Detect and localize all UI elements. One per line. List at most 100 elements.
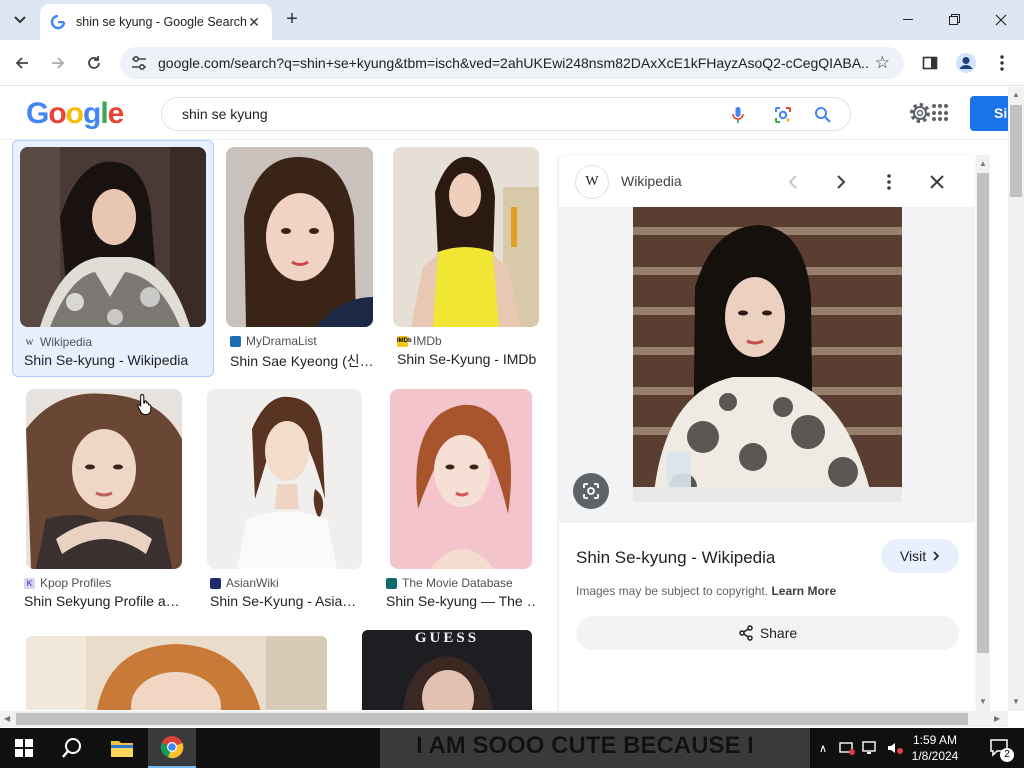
result-thumbnail[interactable] [390, 389, 532, 569]
image-result-card[interactable]: AsianWiki Shin Se-Kyung - Asia… [206, 389, 364, 615]
file-explorer-button[interactable] [98, 728, 146, 768]
chevron-left-icon [788, 175, 797, 189]
image-result-card[interactable]: W Wikipedia Shin Se-kyung - Wikipedia [12, 140, 214, 377]
search-icon [62, 738, 81, 758]
image-preview-panel: W Wikipedia Shin Se-kyung - Wikipedia Vi… [558, 155, 975, 711]
result-caption[interactable]: Shin Sekyung Profile a… [24, 593, 184, 609]
wikipedia-favicon-icon: W [25, 337, 34, 347]
minimize-button[interactable] [886, 0, 932, 40]
result-thumbnail[interactable]: GUESS [362, 630, 532, 710]
result-caption[interactable]: Shin Sae Kyeong (신… [230, 351, 372, 371]
search-input[interactable] [182, 106, 702, 122]
result-caption[interactable]: Shin Se-kyung — The … [386, 593, 536, 609]
result-source: AsianWiki [210, 576, 279, 590]
search-icon[interactable] [813, 105, 833, 125]
share-button[interactable]: Share [576, 616, 959, 650]
tab-search-button[interactable] [8, 8, 32, 32]
image-result-card[interactable]: IMDb IMDb Shin Se-Kyung - IMDb [393, 147, 540, 373]
page-horizontal-scrollbar[interactable]: ◀ ▶ [0, 711, 1008, 727]
close-window-button[interactable] [978, 0, 1024, 40]
show-hidden-icons-icon[interactable]: ∧ [814, 742, 832, 755]
wikipedia-logo-icon[interactable]: W [575, 165, 609, 199]
scroll-down-icon[interactable]: ▼ [1012, 697, 1020, 706]
side-panel-button[interactable] [918, 51, 942, 75]
address-bar[interactable]: google.com/search?q=shin+se+kyung&tbm=is… [120, 47, 904, 79]
lens-icon [583, 483, 599, 499]
previous-image-button[interactable] [780, 169, 806, 195]
lens-search-button[interactable] [573, 473, 609, 509]
scroll-up-icon[interactable]: ▲ [979, 159, 987, 168]
action-center-button[interactable]: 2 [976, 728, 1024, 768]
result-thumbnail[interactable] [20, 147, 206, 327]
result-thumbnail[interactable] [207, 389, 362, 569]
browser-tab[interactable]: shin se kyung - Google Search ✕ [40, 4, 272, 40]
taskbar-search-button[interactable] [48, 728, 96, 768]
scroll-up-icon[interactable]: ▲ [1012, 90, 1020, 99]
image-result-card[interactable]: MyDramaList Shin Sae Kyeong (신… [226, 147, 374, 373]
scroll-left-icon[interactable]: ◀ [4, 714, 10, 723]
wifi-status-icon[interactable] [862, 740, 880, 756]
microphone-icon[interactable] [728, 105, 748, 125]
clock-time: 1:59 AM [912, 733, 958, 747]
vertical-scrollbar-thumb[interactable] [1010, 105, 1022, 197]
network-icon[interactable] [838, 740, 856, 756]
close-icon [995, 14, 1007, 26]
settings-gear-icon[interactable] [908, 101, 932, 125]
close-preview-button[interactable] [924, 169, 950, 195]
chevron-right-icon [837, 175, 846, 189]
result-image [393, 147, 539, 327]
reload-button[interactable] [80, 49, 108, 77]
result-image [20, 147, 206, 327]
learn-more-link[interactable]: Learn More [771, 584, 836, 598]
result-thumbnail[interactable] [226, 147, 373, 327]
scroll-right-icon[interactable]: ▶ [994, 714, 1000, 723]
page-vertical-scrollbar[interactable]: ▲ ▼ [1008, 87, 1024, 711]
forward-button[interactable] [44, 49, 72, 77]
lens-camera-icon[interactable] [773, 105, 793, 125]
imdb-favicon-icon: IMDb [397, 335, 412, 347]
restore-button[interactable] [932, 0, 978, 40]
preview-scrollbar-thumb[interactable] [977, 173, 989, 653]
result-image [390, 389, 532, 569]
kpop-profiles-favicon-icon: K [24, 577, 35, 589]
next-image-button[interactable] [828, 169, 854, 195]
profile-button[interactable] [954, 51, 978, 75]
chrome-taskbar-button[interactable] [148, 728, 196, 768]
preview-more-button[interactable] [876, 169, 902, 195]
result-image-text: GUESS [414, 630, 480, 646]
result-caption[interactable]: Shin Se-kyung - Wikipedia [24, 352, 210, 368]
google-logo[interactable]: Google [26, 97, 124, 131]
taskbar-clock[interactable]: 1:59 AM 1/8/2024 [900, 732, 970, 764]
horizontal-scrollbar-thumb[interactable] [16, 713, 968, 725]
result-thumbnail[interactable] [26, 636, 327, 710]
start-button[interactable] [0, 728, 48, 768]
close-tab-icon[interactable]: ✕ [246, 14, 262, 30]
sign-in-button[interactable]: Si [970, 96, 1010, 131]
preview-source[interactable]: Wikipedia [621, 173, 682, 189]
result-caption[interactable]: Shin Se-Kyung - Asia… [210, 593, 360, 609]
bookmark-star-icon[interactable]: ☆ [875, 53, 890, 73]
result-source: K Kpop Profiles [24, 576, 111, 590]
preview-image[interactable] [633, 207, 902, 502]
chrome-icon [160, 736, 184, 759]
preview-scrollbar[interactable]: ▲ ▼ [976, 155, 990, 711]
back-button[interactable] [8, 49, 36, 77]
minimize-icon [903, 19, 913, 20]
preview-title[interactable]: Shin Se-kyung - Wikipedia [576, 548, 775, 568]
visit-button[interactable]: Visit [881, 539, 959, 573]
scroll-down-icon[interactable]: ▼ [979, 697, 987, 706]
chevron-down-icon [14, 16, 26, 24]
clock-date: 1/8/2024 [911, 749, 959, 763]
image-result-card[interactable] [26, 636, 328, 710]
image-result-card[interactable]: The Movie Database Shin Se-kyung — The … [386, 389, 536, 615]
visit-label: Visit [899, 548, 927, 564]
image-result-card[interactable]: GUESS [362, 630, 533, 710]
result-thumbnail[interactable] [393, 147, 539, 327]
new-tab-button[interactable]: + [282, 8, 302, 32]
image-result-card[interactable]: K Kpop Profiles Shin Sekyung Profile a… [24, 389, 184, 615]
result-thumbnail[interactable] [26, 389, 182, 569]
google-favicon-icon [50, 14, 66, 30]
browser-menu-button[interactable] [990, 51, 1014, 75]
google-apps-icon[interactable] [932, 104, 950, 122]
result-caption[interactable]: Shin Se-Kyung - IMDb [397, 351, 539, 367]
